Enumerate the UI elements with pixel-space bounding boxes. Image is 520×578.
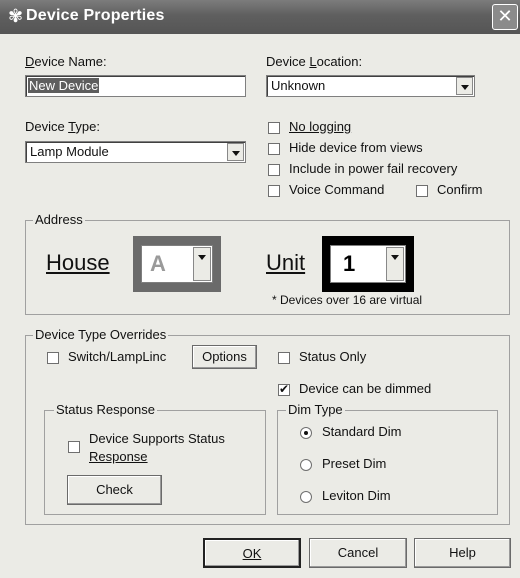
device-location-label: Device Location:: [266, 54, 363, 69]
no-logging-label: No logging: [289, 119, 352, 134]
unit-value: 1: [343, 251, 356, 276]
overrides-group-title: Device Type Overrides: [33, 327, 169, 342]
can-be-dimmed-checkbox[interactable]: [278, 382, 290, 396]
power-fail-recovery-label: Include in power fail recovery: [289, 161, 458, 176]
chevron-down-icon[interactable]: [386, 247, 404, 281]
ok-button-label: OK: [242, 546, 262, 561]
chevron-down-icon[interactable]: [227, 143, 244, 161]
standard-dim-radio[interactable]: [300, 427, 312, 439]
device-type-select[interactable]: Lamp Module: [25, 141, 246, 163]
dim-type-title: Dim Type: [286, 402, 345, 417]
device-location-select[interactable]: Unknown: [266, 75, 475, 97]
options-button[interactable]: Options: [192, 345, 257, 369]
virtual-devices-note: * Devices over 16 are virtual: [272, 293, 423, 307]
cancel-button-label: Cancel: [337, 545, 379, 560]
supports-status-checkbox[interactable]: [68, 441, 80, 453]
house-label: House: [46, 250, 110, 275]
house-select[interactable]: A: [141, 245, 213, 283]
no-logging-checkbox[interactable]: [268, 122, 280, 134]
confirm-checkbox[interactable]: [416, 185, 428, 197]
house-highlight-frame: A: [133, 236, 221, 292]
switch-lamplinc-label: Switch/LampLinc: [68, 349, 167, 364]
status-only-label: Status Only: [299, 349, 367, 364]
address-group-title: Address: [33, 212, 85, 227]
device-name-label: Device Name:: [25, 54, 107, 69]
device-properties-dialog: ✾ Device Properties ✕ Device Name: New D…: [0, 0, 520, 578]
device-name-value: New Device: [28, 78, 100, 93]
house-value: A: [150, 251, 166, 276]
help-button[interactable]: Help: [414, 538, 511, 568]
standard-dim-label: Standard Dim: [322, 424, 402, 439]
device-name-input[interactable]: New Device: [25, 75, 246, 97]
device-location-value: Unknown: [271, 78, 326, 93]
title-bar: ✾ Device Properties ✕: [0, 0, 520, 34]
close-button[interactable]: ✕: [492, 4, 518, 30]
preset-dim-label: Preset Dim: [322, 456, 387, 471]
cancel-button[interactable]: Cancel: [309, 538, 407, 568]
voice-command-checkbox[interactable]: [268, 185, 280, 197]
supports-status-label-line2: Response: [89, 449, 148, 464]
leviton-dim-label: Leviton Dim: [322, 488, 391, 503]
confirm-label: Confirm: [437, 182, 483, 197]
help-button-label: Help: [449, 545, 476, 560]
unit-select[interactable]: 1: [330, 245, 406, 283]
window-title: Device Properties: [26, 7, 165, 24]
unit-highlight-frame: 1: [322, 236, 414, 292]
power-fail-recovery-checkbox[interactable]: [268, 164, 280, 176]
status-response-title: Status Response: [54, 402, 158, 417]
ok-button[interactable]: OK: [203, 538, 301, 568]
leviton-dim-radio[interactable]: [300, 491, 312, 503]
preset-dim-radio[interactable]: [300, 459, 312, 471]
switch-lamplinc-checkbox[interactable]: [47, 352, 59, 364]
device-type-value: Lamp Module: [30, 144, 109, 159]
unit-label: Unit: [266, 250, 306, 275]
chevron-down-icon[interactable]: [193, 247, 211, 281]
lamp-icon: ✾: [8, 6, 24, 26]
status-only-checkbox[interactable]: [278, 352, 290, 364]
chevron-down-icon[interactable]: [456, 77, 473, 95]
hide-from-views-checkbox[interactable]: [268, 143, 280, 155]
voice-command-label: Voice Command: [289, 182, 385, 197]
can-be-dimmed-label: Device can be dimmed: [299, 381, 432, 396]
supports-status-label-line1: Device Supports Status: [89, 431, 225, 446]
hide-from-views-label: Hide device from views: [289, 140, 423, 155]
check-button[interactable]: Check: [67, 475, 162, 505]
device-type-label: Device Type:: [25, 119, 100, 134]
